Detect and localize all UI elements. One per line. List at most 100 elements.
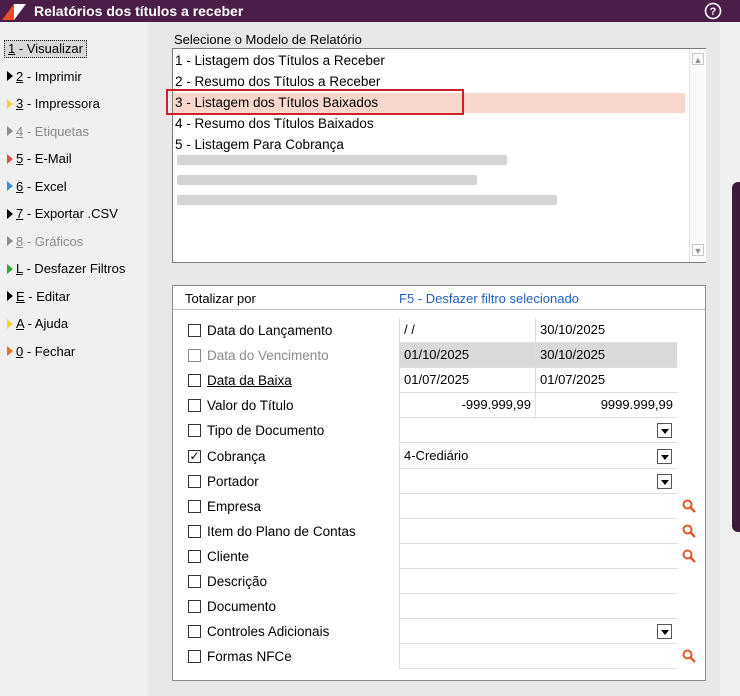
filter-checkbox[interactable] <box>188 549 201 563</box>
blurred-item <box>177 195 557 205</box>
filter-checkbox[interactable] <box>188 424 201 438</box>
range-to-input[interactable]: 30/10/2025 <box>535 318 677 343</box>
filter-checkbox[interactable] <box>188 650 201 664</box>
filter-input[interactable] <box>399 594 677 620</box>
filter-row: Cliente <box>173 543 705 569</box>
scroll-down-icon[interactable]: ▼ <box>692 244 704 256</box>
filter-label: Descrição <box>207 574 268 589</box>
filter-checkbox[interactable] <box>188 474 201 488</box>
filter-checkbox[interactable] <box>188 399 201 413</box>
help-icon[interactable]: ? <box>704 2 722 20</box>
sidebar-item-label: - Imprimir <box>23 68 82 84</box>
sidebar-item-label: - Impressora <box>23 96 100 111</box>
action-sidebar: 1 - Visualizar 2 - Imprimir 3 - Impressora… <box>0 22 148 696</box>
report-model-item[interactable]: 1 - Listagem dos Títulos a Receber <box>175 51 385 71</box>
filter-input[interactable] <box>399 518 677 544</box>
filter-checkbox[interactable] <box>188 324 201 337</box>
filter-checkbox[interactable] <box>188 625 201 639</box>
filter-row: Descrição <box>173 569 705 594</box>
chevron-down-icon[interactable] <box>657 473 672 489</box>
sidebar-item-label: - Ajuda <box>23 316 69 331</box>
filter-row: Tipo de Documento <box>173 418 705 444</box>
sidebar-item-4[interactable]: 4 - Etiquetas <box>2 121 146 143</box>
range-to-input[interactable]: 9999.999,99 <box>535 393 677 419</box>
sidebar-item-a[interactable]: A - Ajuda <box>2 313 146 335</box>
sidebar-item-3[interactable]: 3 - Impressora <box>2 93 146 115</box>
range-to-input[interactable]: 01/07/2025 <box>535 368 677 394</box>
filter-checkbox[interactable] <box>188 600 201 614</box>
filter-select[interactable] <box>399 619 677 645</box>
range-to-input[interactable]: 30/10/2025 <box>535 343 677 369</box>
right-edge <box>720 22 740 696</box>
sidebar-item-label: - Exportar .CSV <box>23 206 118 221</box>
arrow-icon <box>7 181 13 192</box>
sidebar-item-e[interactable]: E - Editar <box>2 286 146 308</box>
chevron-down-icon[interactable] <box>657 624 672 640</box>
filter-checkbox[interactable] <box>188 349 201 363</box>
report-model-list[interactable]: ▲ ▼ 1 - Listagem dos Títulos a Receber 2 … <box>172 48 706 263</box>
shortcut-key: L <box>16 261 23 276</box>
search-icon[interactable] <box>681 498 697 514</box>
search-icon[interactable] <box>681 523 697 539</box>
sidebar-item-5[interactable]: 5 - E-Mail <box>2 148 146 170</box>
selection-highlight <box>166 89 464 115</box>
sidebar-item-label: - Editar <box>24 288 71 304</box>
filter-label: Empresa <box>207 498 262 514</box>
sidebar-item-8[interactable]: 8 - Gráficos <box>2 231 146 253</box>
report-model-item[interactable]: 4 - Resumo dos Títulos Baixados <box>175 114 374 134</box>
filter-checkbox[interactable] <box>188 374 201 388</box>
arrow-icon <box>7 98 13 109</box>
sidebar-item-label: - E-Mail <box>23 151 72 166</box>
filter-label: Formas NFCe <box>207 649 292 665</box>
filter-select[interactable] <box>399 418 677 444</box>
filter-checkbox[interactable]: ✓ <box>188 449 201 463</box>
list-scrollbar[interactable]: ▲ ▼ <box>689 49 706 262</box>
filter-label: Controles Adicionais <box>207 624 330 640</box>
background-window-edge <box>732 182 740 532</box>
sidebar-item-6[interactable]: 6 - Excel <box>2 176 146 198</box>
sidebar-item-l[interactable]: L - Desfazer Filtros <box>2 258 146 280</box>
filter-input[interactable] <box>399 493 677 519</box>
svg-text:?: ? <box>710 6 717 18</box>
arrow-icon <box>7 236 13 247</box>
range-from-input[interactable]: 01/10/2025 <box>399 343 535 369</box>
filter-label: Cobrança <box>207 448 266 464</box>
blurred-item <box>177 175 477 185</box>
chevron-down-icon[interactable] <box>657 423 672 439</box>
shortcut-key: A <box>16 316 24 331</box>
range-from-input[interactable]: / / <box>399 318 535 343</box>
search-icon[interactable] <box>681 548 697 564</box>
filter-row: Portador <box>173 468 705 494</box>
filter-select[interactable] <box>399 468 677 494</box>
filter-row: Item do Plano de Contas <box>173 518 705 544</box>
filter-label: Tipo de Documento <box>207 423 325 439</box>
sidebar-item-7[interactable]: 7 - Exportar .CSV <box>2 203 146 225</box>
sidebar-item-2[interactable]: 2 - Imprimir <box>2 66 146 88</box>
filter-checkbox[interactable] <box>188 499 201 513</box>
range-from-input[interactable]: -999.999,99 <box>399 393 535 419</box>
filter-label: Data da Baixa <box>207 373 292 389</box>
undo-filter-link[interactable]: F5 - Desfazer filtro selecionado <box>399 291 579 306</box>
sidebar-item-0[interactable]: 0 - Fechar <box>2 341 146 363</box>
report-model-item[interactable]: 5 - Listagem Para Cobrança <box>175 135 344 155</box>
filter-input[interactable] <box>399 569 677 594</box>
sidebar-item-label: - Fechar <box>23 343 76 359</box>
sidebar-item-1[interactable]: 1 - Visualizar <box>2 38 146 60</box>
filter-row: Documento <box>173 594 705 620</box>
filter-input[interactable] <box>399 644 677 670</box>
title-bar: Relatórios dos títulos a receber ? <box>0 0 740 22</box>
app-logo-icon <box>0 0 30 22</box>
sidebar-item-label: - Visualizar <box>15 41 83 56</box>
scroll-up-icon[interactable]: ▲ <box>692 53 704 65</box>
range-from-input[interactable]: 01/07/2025 <box>399 368 535 394</box>
filter-select[interactable]: 4-Crediário <box>399 443 677 469</box>
filter-row: Data do Vencimento 01/10/2025 30/10/2025 <box>173 343 705 369</box>
filter-label: Documento <box>207 599 277 615</box>
filter-input[interactable] <box>399 543 677 569</box>
search-icon[interactable] <box>681 648 697 664</box>
filter-checkbox[interactable] <box>188 524 201 538</box>
filter-checkbox[interactable] <box>188 575 201 588</box>
arrow-icon <box>7 153 13 164</box>
filter-row: Empresa <box>173 493 705 519</box>
chevron-down-icon[interactable] <box>657 448 672 464</box>
